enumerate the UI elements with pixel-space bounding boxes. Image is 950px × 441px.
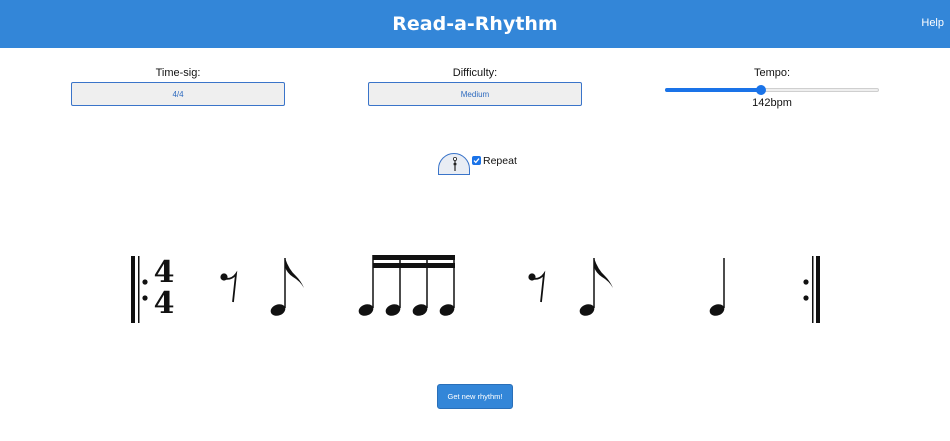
time-signature-value: 4/4 bbox=[172, 89, 184, 99]
difficulty-select[interactable]: Medium bbox=[368, 82, 582, 106]
eighth-rest bbox=[220, 270, 238, 303]
difficulty-control: Difficulty: Medium bbox=[368, 66, 582, 106]
secondary-beam bbox=[373, 263, 455, 268]
tempo-control: Tempo: 142bpm bbox=[665, 66, 879, 109]
tempo-readout: 142bpm bbox=[752, 97, 792, 109]
eighth-note bbox=[270, 258, 304, 316]
metronome-button[interactable] bbox=[438, 153, 470, 175]
rhythm-notation: 4 4 bbox=[131, 255, 820, 323]
help-link[interactable]: Help bbox=[921, 17, 944, 29]
time-signature-top: 4 bbox=[154, 255, 175, 290]
eighth-note bbox=[579, 258, 613, 316]
checkmark-icon bbox=[473, 157, 480, 163]
app-root: Read-a-Rhythm Help Time-sig: 4/4 Difficu… bbox=[0, 0, 950, 441]
time-signature-select[interactable]: 4/4 bbox=[71, 82, 285, 106]
difficulty-value: Medium bbox=[460, 89, 490, 99]
repeat-checkbox[interactable] bbox=[472, 155, 481, 165]
time-signature-bottom: 4 bbox=[154, 286, 175, 321]
quarter-note bbox=[709, 258, 725, 316]
tempo-label: Tempo: bbox=[753, 67, 791, 79]
sixteenth-note-group bbox=[358, 255, 455, 316]
header-bar: Read-a-Rhythm Help bbox=[0, 0, 950, 48]
get-new-rhythm-button[interactable]: Get new rhythm! bbox=[437, 384, 513, 409]
difficulty-label: Difficulty: bbox=[452, 67, 498, 79]
eighth-rest bbox=[528, 270, 546, 303]
tempo-slider[interactable] bbox=[665, 85, 879, 95]
app-title: Read-a-Rhythm bbox=[392, 13, 558, 35]
end-repeat-barline bbox=[803, 256, 820, 323]
tempo-slider-thumb[interactable] bbox=[756, 85, 767, 95]
metronome-icon bbox=[452, 157, 457, 171]
primary-beam bbox=[373, 255, 455, 260]
time-signature-control: Time-sig: 4/4 bbox=[71, 66, 285, 106]
metronome-row: Repeat bbox=[438, 152, 517, 176]
time-signature-symbol: 4 4 bbox=[154, 255, 175, 321]
tempo-slider-fill bbox=[665, 88, 762, 92]
start-repeat-barline bbox=[131, 256, 148, 323]
repeat-label: Repeat bbox=[483, 154, 517, 167]
time-signature-label: Time-sig: bbox=[155, 67, 201, 79]
